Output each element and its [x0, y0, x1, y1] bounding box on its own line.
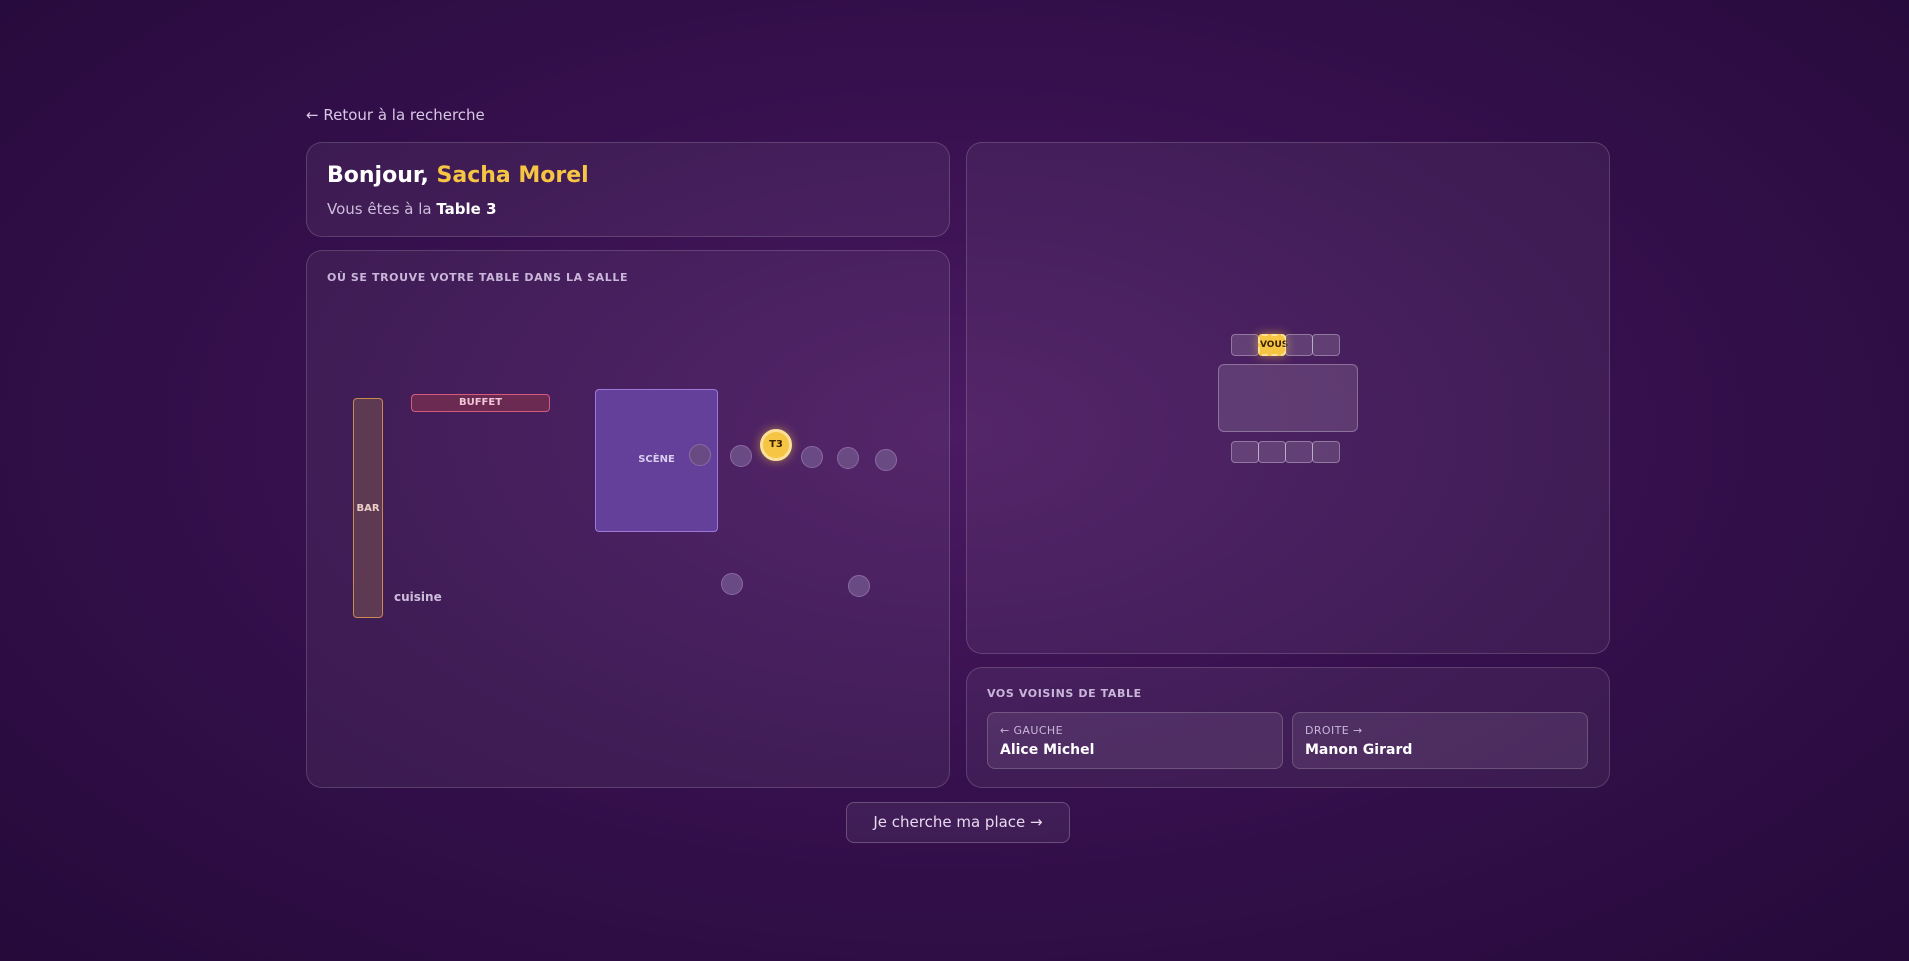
room-table-marker[interactable]	[875, 449, 897, 471]
neighbors-title: VOS VOISINS DE TABLE	[987, 687, 1142, 700]
room-table-marker[interactable]	[689, 444, 711, 466]
left-neighbor-label: ← GAUCHE	[1000, 724, 1063, 737]
table-seating-card: VOUS	[966, 142, 1610, 654]
back-to-search-link[interactable]: ← Retour à la recherche	[306, 106, 485, 124]
guest-name: Sacha Morel	[436, 163, 589, 188]
bar-area: BAR	[353, 398, 383, 618]
greeting-card: Bonjour, Sacha Morel Vous êtes à la Tabl…	[306, 142, 950, 237]
seat-finder-page: ← Retour à la recherche Bonjour, Sacha M…	[0, 0, 1909, 961]
room-map-title: OÙ SE TROUVE VOTRE TABLE DANS LA SALLE	[327, 271, 629, 284]
seat[interactable]	[1312, 334, 1340, 356]
greeting-hello: Bonjour,	[327, 163, 437, 188]
table-neighbors-card: VOS VOISINS DE TABLE ← GAUCHE Alice Mich…	[966, 667, 1610, 788]
find-my-seat-button[interactable]: Je cherche ma place →	[846, 802, 1070, 843]
room-table-marker[interactable]	[848, 575, 870, 597]
seat[interactable]	[1231, 441, 1259, 463]
right-neighbor: DROITE → Manon Girard	[1292, 712, 1588, 769]
left-neighbor-name: Alice Michel	[1000, 742, 1095, 758]
right-neighbor-label: DROITE →	[1305, 724, 1363, 737]
table-assignment: Vous êtes à la Table 3	[327, 200, 497, 218]
kitchen-label: cuisine	[394, 590, 442, 604]
seat[interactable]	[1258, 441, 1286, 463]
room-table-current[interactable]: T3	[760, 429, 792, 461]
greeting-heading: Bonjour, Sacha Morel	[327, 163, 589, 188]
seat[interactable]	[1231, 334, 1259, 356]
room-table-marker[interactable]	[730, 445, 752, 467]
table-prefix: Vous êtes à la	[327, 200, 437, 218]
table-name: Table 3	[436, 200, 497, 218]
your-seat[interactable]: VOUS	[1258, 334, 1288, 356]
room-table-marker[interactable]	[721, 573, 743, 595]
room-map-card: OÙ SE TROUVE VOTRE TABLE DANS LA SALLE B…	[306, 250, 950, 788]
buffet-area: BUFFET	[411, 394, 550, 412]
left-neighbor: ← GAUCHE Alice Michel	[987, 712, 1283, 769]
seat[interactable]	[1285, 334, 1313, 356]
bar-label: BAR	[356, 503, 380, 514]
seat[interactable]	[1285, 441, 1313, 463]
room-table-marker[interactable]	[837, 447, 859, 469]
right-neighbor-name: Manon Girard	[1305, 742, 1413, 758]
table-shape	[1218, 364, 1358, 432]
seat[interactable]	[1312, 441, 1340, 463]
room-table-marker[interactable]	[801, 446, 823, 468]
